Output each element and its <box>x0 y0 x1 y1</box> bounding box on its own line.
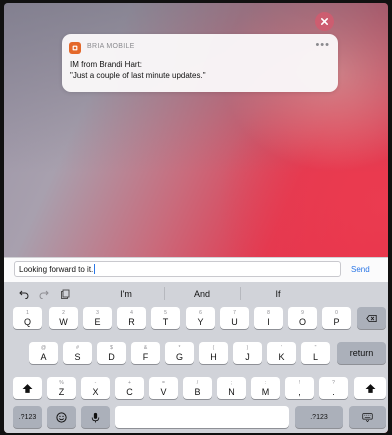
return-key[interactable]: return <box>337 342 386 364</box>
key-n[interactable]: ; N <box>217 377 246 399</box>
notification-banner[interactable]: BRIA MOBILE ••• IM from Brandi Hart: "Ju… <box>62 34 338 92</box>
key-w[interactable]: 2W <box>49 307 78 329</box>
prediction-divider <box>240 287 241 300</box>
prediction-1[interactable]: I'm <box>90 289 162 299</box>
ipad-screen: BRIA MOBILE ••• IM from Brandi Hart: "Ju… <box>4 3 388 433</box>
close-icon <box>320 17 329 26</box>
notification-app-name: BRIA MOBILE <box>87 43 135 50</box>
compose-bar: Looking forward to it. Send <box>4 257 388 282</box>
numbers-key-right[interactable]: .?123 <box>295 406 343 428</box>
key-l[interactable]: " L <box>301 342 330 364</box>
redo-icon <box>39 290 49 299</box>
message-input-text: Looking forward to it. <box>19 265 94 274</box>
key-r[interactable]: 4R <box>117 307 146 329</box>
prediction-3[interactable]: If <box>242 289 314 299</box>
key-d[interactable]: $ D <box>97 342 126 364</box>
numbers-key-left[interactable]: .?123 <box>13 406 42 428</box>
backspace-key[interactable] <box>357 307 386 329</box>
undo-button[interactable] <box>18 289 30 299</box>
notification-body: "Just a couple of last minute updates." <box>70 71 206 80</box>
key-c[interactable]: + C <box>115 377 144 399</box>
key-v[interactable]: = V <box>149 377 178 399</box>
key-e[interactable]: 3E <box>83 307 112 329</box>
key-b[interactable]: / B <box>183 377 212 399</box>
key-g[interactable]: * G <box>165 342 194 364</box>
key-k[interactable]: ' K <box>267 342 296 364</box>
paste-button[interactable] <box>59 289 71 299</box>
notification-title: IM from Brandi Hart: <box>70 60 143 69</box>
key-y[interactable]: 6Y <box>186 307 215 329</box>
shift-icon <box>22 383 33 393</box>
emoji-icon <box>56 411 67 423</box>
key-u[interactable]: 7U <box>220 307 249 329</box>
key-q[interactable]: 1Q <box>13 307 42 329</box>
shift-icon <box>365 383 375 393</box>
backspace-icon <box>366 314 377 322</box>
key-s[interactable]: # S <box>63 342 92 364</box>
message-input[interactable]: Looking forward to it. <box>14 261 341 277</box>
text-caret <box>94 264 96 274</box>
hide-keyboard-icon <box>362 412 373 422</box>
key-t[interactable]: 5T <box>151 307 180 329</box>
notification-more-button[interactable]: ••• <box>315 40 330 51</box>
prediction-2[interactable]: And <box>166 289 238 299</box>
paste-icon <box>61 289 70 299</box>
key-a[interactable]: @ A <box>29 342 58 364</box>
key-h[interactable]: (H <box>199 342 228 364</box>
key-m[interactable]: :M <box>251 377 280 399</box>
key-o[interactable]: 9O <box>288 307 317 329</box>
microphone-icon <box>91 412 100 422</box>
key-comma[interactable]: !, <box>285 377 314 399</box>
space-bar[interactable] <box>115 406 289 428</box>
redo-button[interactable] <box>38 289 50 299</box>
predictive-bar: I'm And If <box>4 282 388 305</box>
send-button[interactable]: Send <box>351 265 370 274</box>
key-i[interactable]: 8I <box>254 307 283 329</box>
undo-icon <box>19 290 29 299</box>
key-z[interactable]: % Z <box>47 377 76 399</box>
emoji-key[interactable] <box>47 406 76 428</box>
bria-app-icon <box>69 42 81 54</box>
key-f[interactable]: & F <box>131 342 160 364</box>
shift-key-right[interactable] <box>354 377 386 399</box>
key-period[interactable]: ?. <box>319 377 348 399</box>
key-x[interactable]: -X <box>81 377 110 399</box>
shift-key-left[interactable] <box>13 377 42 399</box>
key-p[interactable]: 0P <box>322 307 351 329</box>
keyboard: I'm And If 1Q 2W 3E 4R 5T 6Y 7U 8I 9O 0P… <box>4 282 388 433</box>
prediction-divider <box>164 287 165 300</box>
close-button[interactable] <box>315 12 334 31</box>
hide-keyboard-key[interactable] <box>349 406 386 428</box>
microphone-key[interactable] <box>81 406 110 428</box>
key-j[interactable]: ) J <box>233 342 262 364</box>
